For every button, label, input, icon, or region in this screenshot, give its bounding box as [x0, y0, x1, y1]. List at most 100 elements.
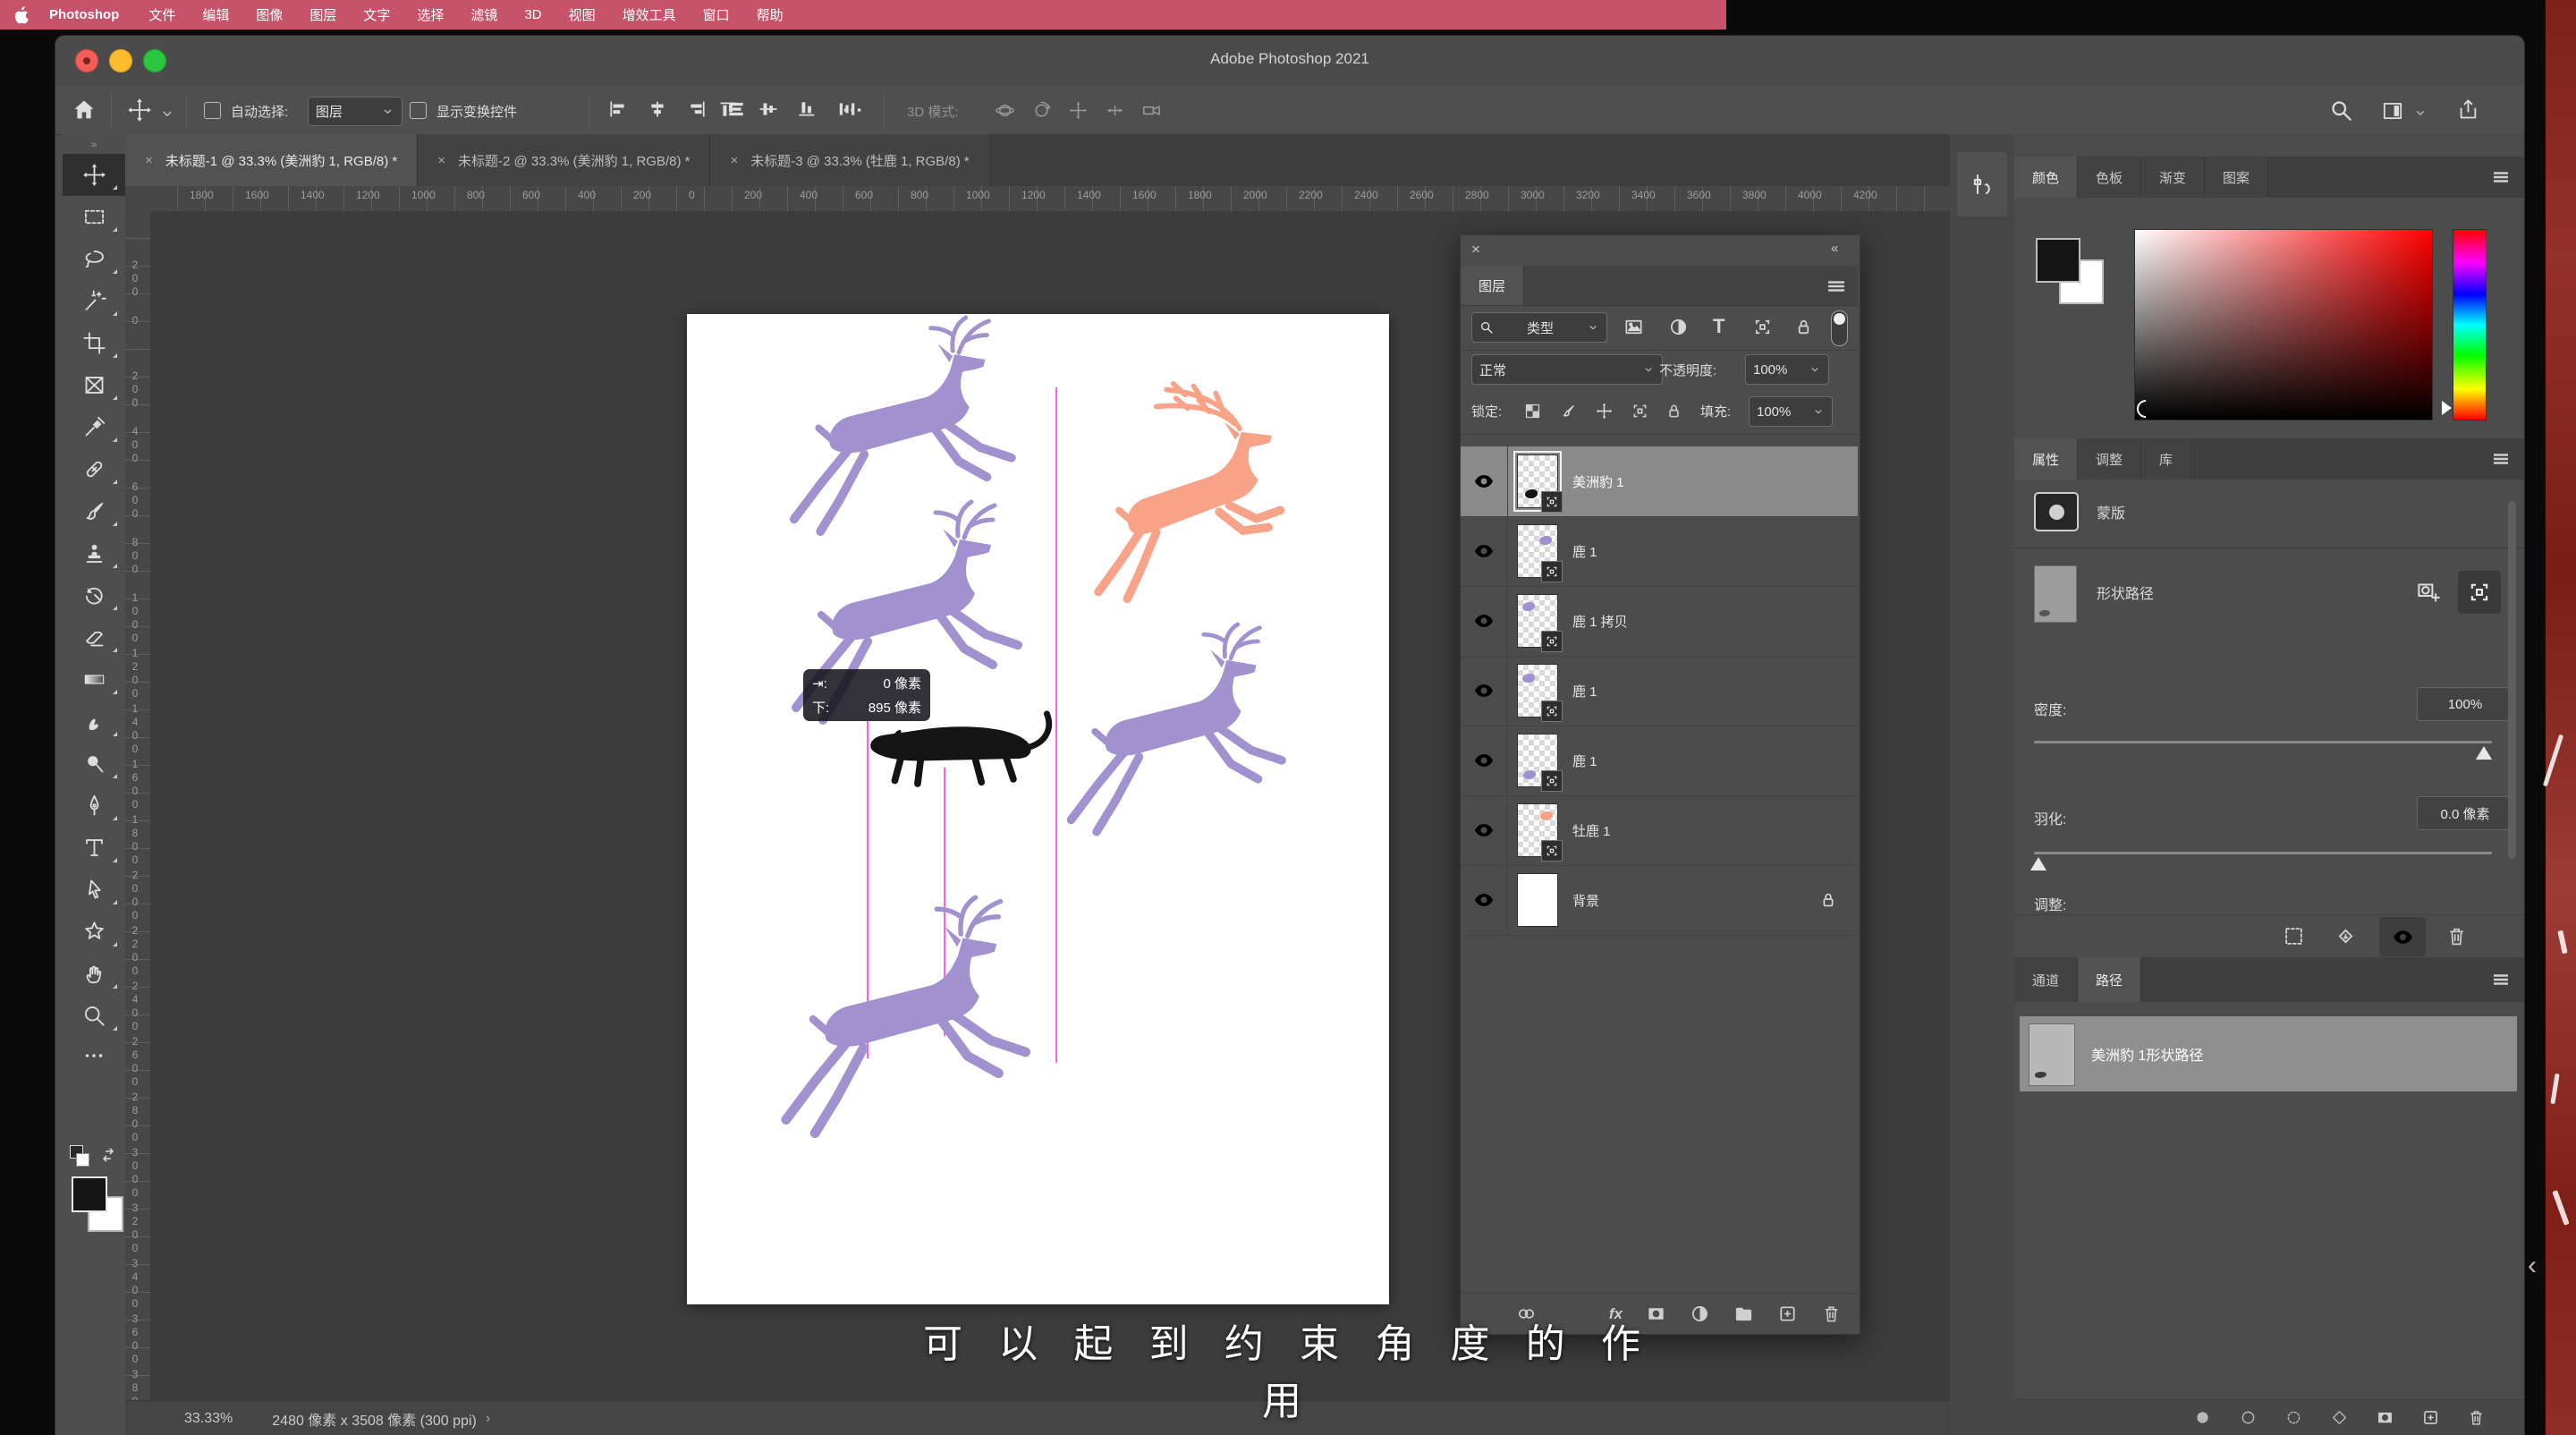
tool-path-select[interactable] [63, 869, 125, 911]
show-transform-checkbox[interactable] [410, 102, 427, 119]
vertical-ruler[interactable]: 200 0 200 400 600 800 1000 1200 1400 1600 1800 2000… [125, 211, 151, 1400]
delete-path-icon[interactable] [2467, 1408, 2486, 1427]
tool-marquee[interactable] [63, 196, 125, 238]
layer-row-deer1[interactable]: 鹿 1 [1461, 516, 1858, 587]
tool-crop[interactable] [63, 322, 125, 364]
tab-channels[interactable]: 通道 [2014, 957, 2079, 1002]
density-slider-knob[interactable] [2476, 746, 2492, 760]
align-bottom-edges-icon[interactable] [798, 100, 818, 118]
tab-adjustments[interactable]: 调整 [2078, 438, 2142, 480]
3d-pan-icon[interactable] [1068, 100, 1089, 121]
tool-pen[interactable] [63, 785, 125, 827]
align-right-edges-icon[interactable] [687, 100, 707, 118]
delete-layer-icon[interactable] [1821, 1303, 1842, 1324]
layer-name[interactable]: 鹿 1 拷贝 [1572, 612, 1628, 631]
new-layer-icon[interactable] [1777, 1303, 1798, 1324]
document-tab-2[interactable]: × 未标题-2 @ 33.3% (美洲豹 1, RGB/8) * [418, 134, 711, 186]
menu-layer[interactable]: 图层 [296, 5, 350, 24]
visibility-toggle[interactable] [1461, 726, 1508, 795]
3d-roll-icon[interactable] [1031, 100, 1052, 121]
filter-adjustment-icon[interactable] [1668, 317, 1689, 337]
properties-scrollbar[interactable] [2508, 501, 2516, 859]
panel-menu-icon[interactable] [2490, 969, 2512, 990]
chevron-down-icon[interactable] [2413, 106, 2428, 120]
visibility-toggle[interactable] [1461, 795, 1508, 865]
filter-shape-icon[interactable] [1752, 317, 1773, 337]
3d-slide-icon[interactable] [1105, 100, 1125, 121]
layer-thumbnail[interactable] [1517, 803, 1563, 862]
path-as-selection-icon[interactable] [2284, 1408, 2303, 1427]
align-left-edges-icon[interactable] [608, 100, 628, 118]
auto-select-checkbox[interactable] [204, 102, 221, 119]
collapsed-panel-button[interactable] [1957, 152, 2007, 217]
path-thumbnail[interactable] [2029, 1023, 2075, 1086]
collapse-panel-icon[interactable]: « [1831, 241, 1838, 256]
move-tool-preset[interactable] [127, 98, 152, 123]
menu-view[interactable]: 视图 [555, 5, 609, 24]
layer-row-deer2[interactable]: 鹿 1 [1461, 656, 1858, 726]
auto-select-dropdown[interactable]: 图层 [308, 97, 402, 126]
align-v-centers-icon[interactable] [758, 100, 778, 118]
ruler-origin-corner[interactable] [125, 186, 151, 212]
tool-gradient[interactable] [63, 658, 125, 701]
tool-brush[interactable] [63, 490, 125, 532]
menu-select[interactable]: 选择 [403, 5, 457, 24]
home-button[interactable] [72, 98, 97, 123]
3d-camera-icon[interactable] [1141, 100, 1162, 121]
filter-smart-object-icon[interactable] [1793, 317, 1814, 337]
purple-deer-top[interactable] [794, 318, 1012, 531]
document-tab-3[interactable]: × 未标题-3 @ 33.3% (牡鹿 1, RGB/8) * [710, 134, 990, 186]
close-icon[interactable]: × [730, 153, 738, 168]
menu-plugins[interactable]: 增效工具 [609, 5, 690, 24]
lock-transparent-icon[interactable] [1523, 402, 1542, 420]
tool-healing-brush[interactable] [63, 448, 125, 490]
swap-colors-icon[interactable] [98, 1145, 118, 1165]
density-slider[interactable] [2034, 741, 2492, 743]
tool-eraser[interactable] [63, 616, 125, 658]
density-field[interactable]: 100% [2417, 687, 2513, 721]
close-panel-icon[interactable]: × [1471, 241, 1480, 259]
align-h-centers-icon[interactable] [648, 100, 667, 118]
3d-orbit-icon[interactable] [995, 100, 1015, 121]
tool-magic-wand[interactable] [63, 280, 125, 322]
tool-shape[interactable] [63, 911, 125, 953]
tool-history-brush[interactable] [63, 574, 125, 616]
visibility-toggle[interactable] [1461, 656, 1508, 726]
fill-field[interactable]: 100% [1749, 396, 1833, 427]
tab-patterns[interactable]: 图案 [2205, 157, 2269, 198]
tool-zoom[interactable] [63, 995, 125, 1037]
lock-artboard-icon[interactable] [1631, 402, 1649, 420]
panel-menu-icon[interactable] [1826, 276, 1847, 297]
tab-paths[interactable]: 路径 [2078, 957, 2142, 1002]
workspace-switcher[interactable] [2381, 99, 2404, 123]
blend-mode-dropdown[interactable]: 正常 [1471, 354, 1663, 385]
layer-row-jaguar[interactable]: 美洲豹 1 [1461, 446, 1858, 517]
tab-libraries[interactable]: 库 [2141, 438, 2192, 480]
filter-type-icon[interactable]: T [1713, 315, 1724, 338]
close-icon[interactable]: × [145, 153, 153, 168]
selection-as-path-icon[interactable] [2330, 1408, 2349, 1427]
document-tab-1[interactable]: × 未标题-1 @ 33.3% (美洲豹 1, RGB/8) * [125, 134, 419, 186]
tool-frame[interactable] [63, 364, 125, 406]
tab-swatches[interactable]: 色板 [2078, 157, 2142, 198]
apple-menu[interactable] [0, 5, 42, 24]
toolbar-collapse[interactable]: » [63, 138, 125, 150]
delete-mask-icon[interactable] [2445, 925, 2468, 947]
tab-gradients[interactable]: 渐变 [2141, 157, 2206, 198]
foreground-color-swatch[interactable] [72, 1176, 123, 1232]
apply-mask-icon[interactable] [2334, 925, 2357, 947]
lock-position-icon[interactable] [1595, 402, 1614, 420]
menubar-app-name[interactable]: Photoshop [42, 7, 135, 22]
foreground-color-well[interactable] [2036, 238, 2104, 304]
opacity-field[interactable]: 100% [1745, 354, 1829, 385]
adjustment-layer-icon[interactable] [1690, 1303, 1710, 1324]
layer-thumbnail[interactable] [1517, 873, 1558, 927]
menu-window[interactable]: 窗口 [690, 5, 743, 24]
layer-thumbnail[interactable] [1517, 524, 1563, 582]
mask-selection-icon[interactable] [2283, 925, 2305, 947]
layer-thumbnail[interactable] [1517, 664, 1563, 722]
hue-slider[interactable] [2453, 229, 2487, 420]
tool-type[interactable] [63, 827, 125, 869]
tool-dodge[interactable] [63, 743, 125, 785]
add-vector-mask-icon[interactable] [2415, 578, 2442, 605]
